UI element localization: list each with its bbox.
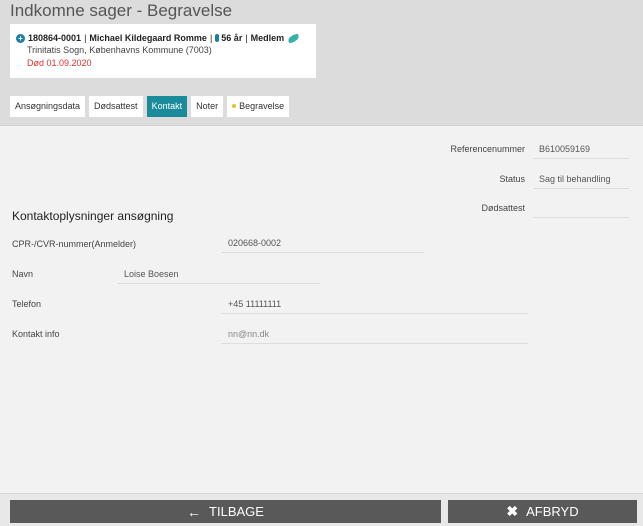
back-button[interactable]: ← TILBAGE xyxy=(10,500,441,523)
case-age: 56 år xyxy=(221,33,243,43)
tab-noter[interactable]: Noter xyxy=(191,96,224,117)
tab-begravelse-label: Begravelse xyxy=(239,101,285,111)
person-icon xyxy=(215,34,220,42)
case-person-name: Michael Kildegaard Romme xyxy=(89,33,207,43)
case-id: 180864-0001 xyxy=(28,33,82,43)
status-dot-icon xyxy=(232,103,237,108)
status-value: Sag til behandling xyxy=(533,169,629,189)
contact-info-label: Kontakt info xyxy=(12,329,60,339)
status-label: Status xyxy=(499,174,525,184)
reference-number-row: Referencenummer B610059169 xyxy=(423,139,629,159)
page-title: Indkomne sager - Begravelse xyxy=(10,1,233,20)
cancel-button-label: AFBRYD xyxy=(526,504,579,519)
cpr-field[interactable]: 020668-0002 xyxy=(221,233,424,253)
back-button-label: TILBAGE xyxy=(209,504,264,519)
close-icon: ✖ xyxy=(506,503,519,519)
case-card: + 180864-0001 | Michael Kildegaard Romme… xyxy=(10,24,316,78)
footer-bar: ← TILBAGE ✖ AFBRYD xyxy=(0,493,643,526)
separator: | xyxy=(209,33,213,43)
separator: | xyxy=(84,33,87,43)
name-field[interactable]: Loise Boesen xyxy=(117,264,320,284)
case-death-date: Død 01.09.2020 xyxy=(27,58,92,68)
death-certificate-label: Dødsattest xyxy=(481,203,525,213)
cpr-label: CPR-/CVR-nummer(Anmelder) xyxy=(12,239,137,249)
expand-plus-icon[interactable]: + xyxy=(16,33,25,43)
reference-number-value: B610059169 xyxy=(533,139,629,159)
contact-info-field[interactable]: nn@nn.dk xyxy=(221,324,528,344)
case-membership: Medlem xyxy=(250,33,285,43)
phone-label: Telefon xyxy=(12,299,42,309)
tab-bar: Ansøgningsdata Dødsattest Kontakt Noter … xyxy=(10,96,290,117)
tab-begravelse[interactable]: Begravelse xyxy=(227,96,290,117)
status-row: Status Sag til behandling xyxy=(423,169,629,189)
name-label: Navn xyxy=(12,269,34,279)
tab-kontakt[interactable]: Kontakt xyxy=(146,96,188,117)
arrow-left-icon: ← xyxy=(187,503,202,520)
death-certificate-value xyxy=(533,198,629,218)
tab-doedsattest[interactable]: Dødsattest xyxy=(89,96,143,117)
contact-section-title: Kontaktoplysninger ansøgning xyxy=(12,209,174,223)
case-parish: Trinitatis Sogn, Københavns Kommune (700… xyxy=(27,45,212,55)
death-certificate-row: Dødsattest xyxy=(423,198,629,218)
reference-number-label: Referencenummer xyxy=(450,144,525,154)
header-panel: Indkomne sager - Begravelse + 180864-000… xyxy=(0,0,643,126)
tab-ansoegningsdata[interactable]: Ansøgningsdata xyxy=(10,96,86,117)
leaf-icon xyxy=(287,33,300,43)
case-summary: + 180864-0001 | Michael Kildegaard Romme… xyxy=(16,33,300,43)
separator: | xyxy=(245,33,248,43)
cancel-button[interactable]: ✖ AFBRYD xyxy=(448,500,637,523)
phone-field[interactable]: +45 11111111 xyxy=(221,294,528,314)
